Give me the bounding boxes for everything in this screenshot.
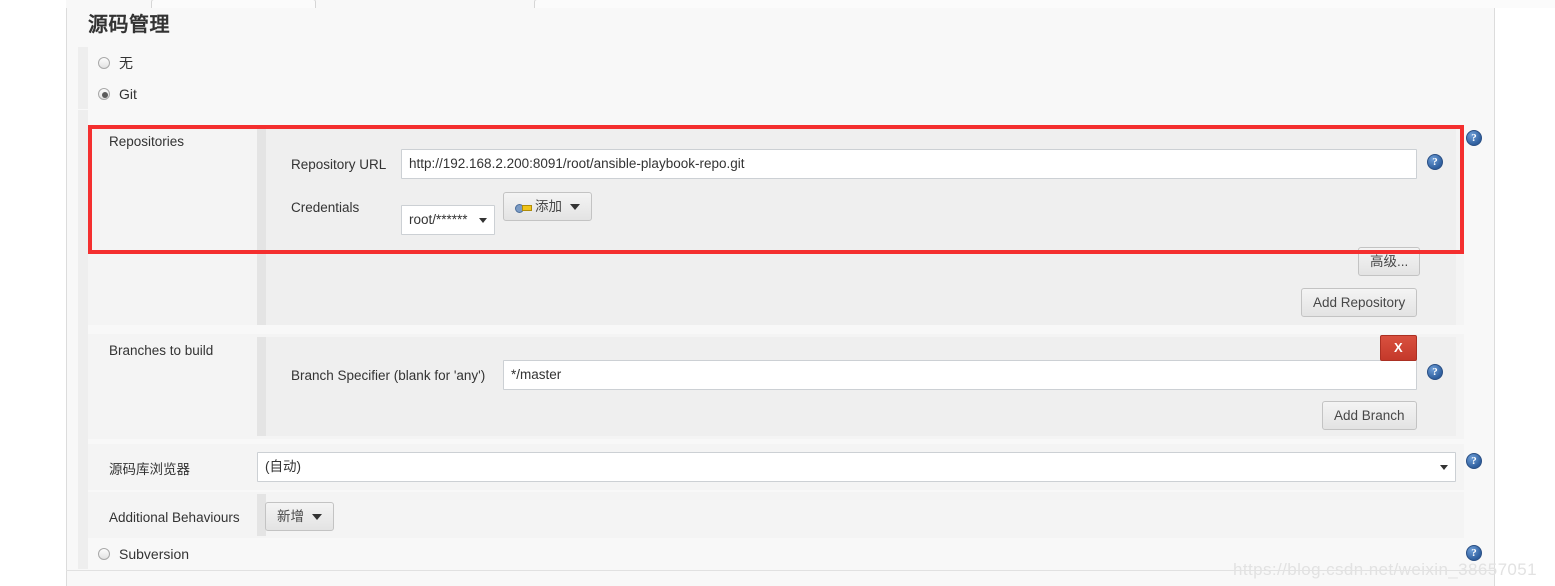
delete-branch-label: X [1394,340,1403,355]
page-title: 源码管理 [88,14,170,36]
scm-group-gutter [78,110,88,544]
scm-option-git[interactable]: Git [78,78,1488,109]
key-icon [515,200,532,213]
add-branch-button[interactable]: Add Branch [1322,401,1417,430]
repository-url-input[interactable]: http://192.168.2.200:8091/root/ansible-p… [401,149,1417,179]
branch-specifier-input[interactable]: */master [503,360,1417,390]
add-repository-button[interactable]: Add Repository [1301,288,1418,317]
watermark: https://blog.csdn.net/weixin_38657051 [1232,560,1537,579]
repositories-label: Repositories [109,134,185,149]
delete-branch-button[interactable]: X [1380,335,1417,361]
add-behaviour-button[interactable]: 新增 [265,502,334,531]
repository-url-label: Repository URL [291,157,387,172]
repositories-help-icon[interactable]: ? [1466,130,1482,146]
screenshot-root: 源码管理 无 Git Repositories Repository URL h… [0,0,1555,586]
radio-subversion[interactable] [98,547,110,560]
advanced-button-label: 高级... [1370,254,1409,269]
repository-browser-select[interactable]: (自动) [257,452,1456,482]
subversion-help-icon[interactable]: ? [1466,545,1482,561]
scm-option-subversion-label: Subversion [119,545,190,562]
repository-browser-help-icon[interactable]: ? [1466,453,1482,469]
radio-git[interactable] [98,87,110,100]
tab-strip [66,0,1555,8]
radio-none[interactable] [98,56,110,69]
tab-edge-left[interactable] [151,0,316,8]
scm-option-git-label: Git [119,85,137,102]
repository-url-help-icon[interactable]: ? [1427,154,1443,170]
credentials-label: Credentials [291,200,360,215]
credentials-select-value: root/****** [409,212,468,227]
repository-browser-label: 源码库浏览器 [109,462,190,477]
tab-edge-right[interactable] [534,0,1555,8]
add-credentials-button[interactable]: 添加 [503,192,592,221]
repository-browser-value: (自动) [265,459,301,474]
chevron-down-icon [1440,465,1448,470]
scm-radio-group: 无 Git [78,47,1488,109]
add-repository-label: Add Repository [1313,295,1406,310]
add-behaviour-label: 新增 [277,509,304,524]
add-credentials-label: 添加 [535,199,562,214]
add-branch-label: Add Branch [1334,408,1405,423]
branches-label: Branches to build [109,343,214,358]
advanced-button[interactable]: 高级... [1358,247,1421,276]
branch-specifier-label: Branch Specifier (blank for 'any') [291,368,486,383]
scm-option-none-label: 无 [119,54,133,71]
chevron-down-icon [570,203,580,210]
scm-option-none[interactable]: 无 [78,47,1488,78]
chevron-down-icon [312,513,322,520]
branch-specifier-help-icon[interactable]: ? [1427,364,1443,380]
additional-behaviours-label: Additional Behaviours [109,510,240,525]
credentials-select[interactable]: root/****** [401,205,495,235]
chevron-down-icon [479,218,487,223]
